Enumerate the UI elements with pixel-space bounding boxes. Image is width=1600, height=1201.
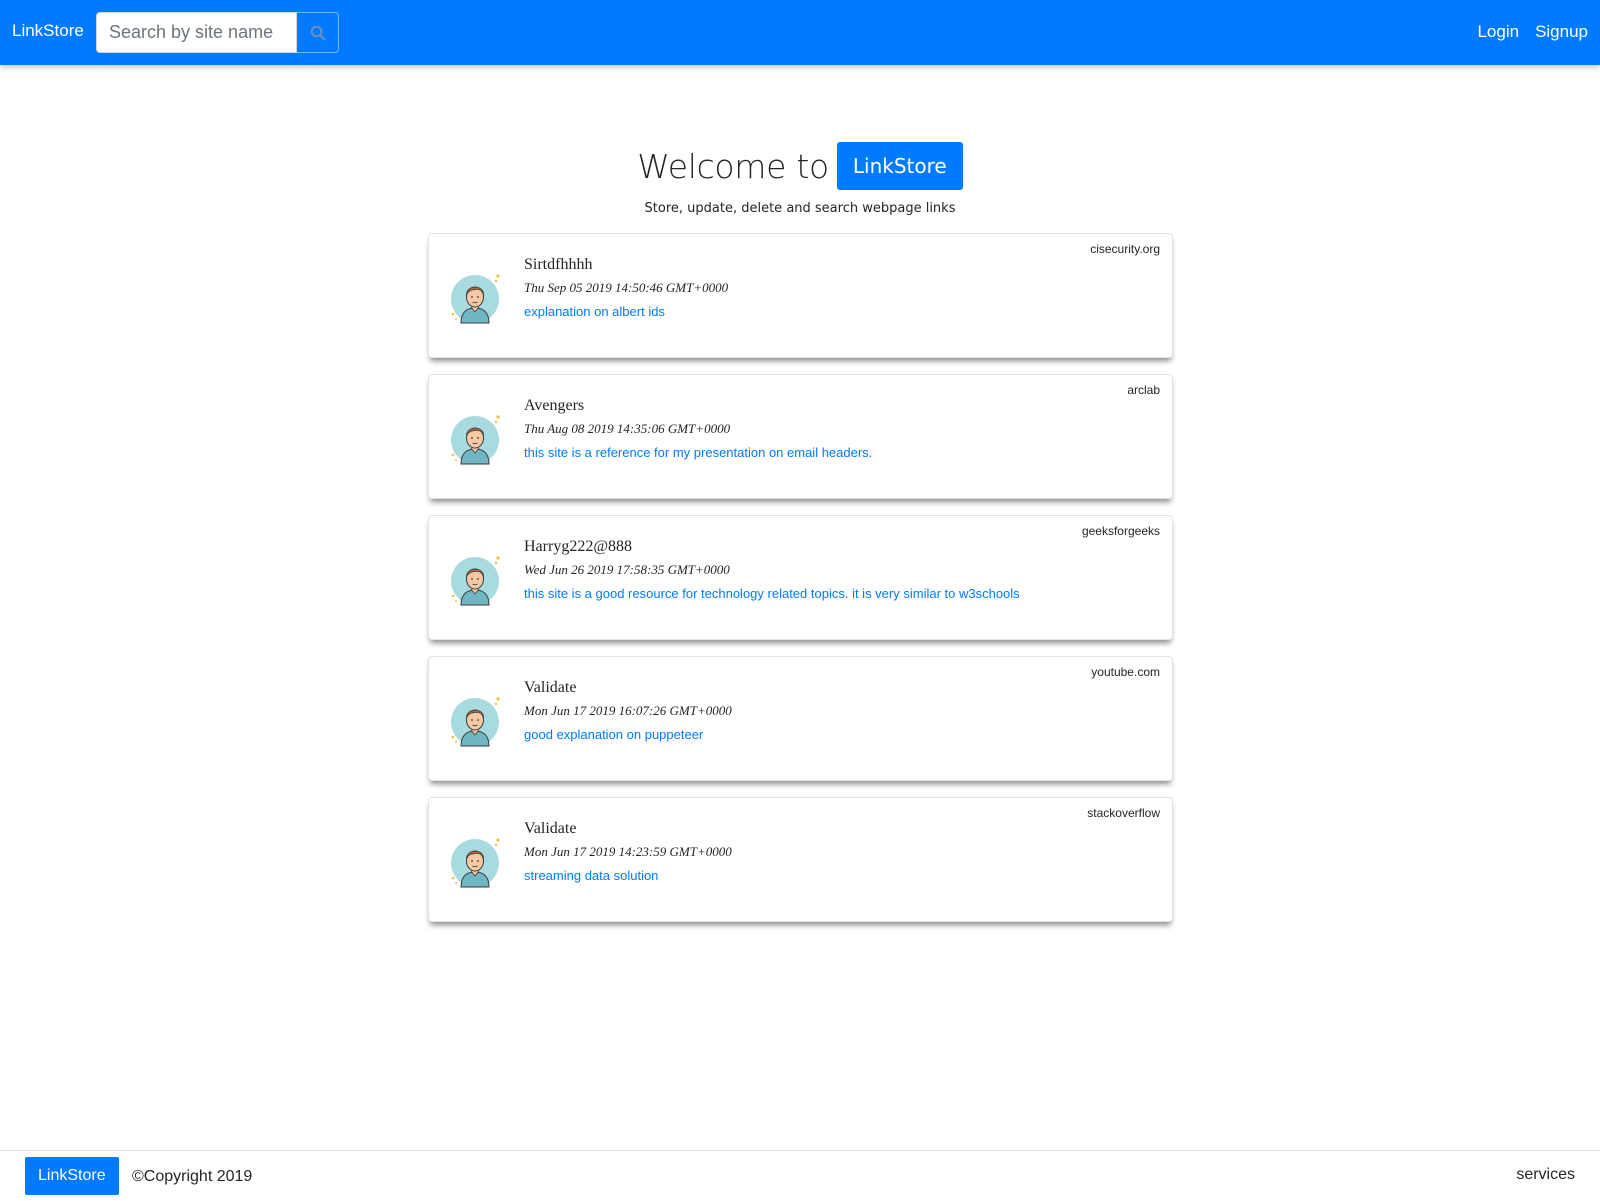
link-list: cisecurity.org Sirtdfhhhh Thu Sep 05 201…	[428, 233, 1173, 938]
welcome-heading: Welcome to	[637, 146, 829, 186]
page-subtitle: Store, update, delete and search webpage…	[644, 201, 956, 216]
card-date: Mon Jun 17 2019 16:07:26 GMT+0000	[524, 703, 732, 718]
user-avatar-icon	[451, 697, 500, 747]
card-description-link[interactable]: explanation on albert ids	[524, 304, 728, 319]
card-site-name: cisecurity.org	[1090, 242, 1160, 256]
link-card: youtube.com Validate Mon Jun 17 2019 16:…	[428, 656, 1173, 781]
search-button[interactable]	[297, 12, 339, 53]
footer-brand-button[interactable]: LinkStore	[25, 1157, 119, 1195]
search-form	[96, 12, 339, 53]
card-description-link[interactable]: good explanation on puppeteer	[524, 727, 732, 742]
user-avatar-icon	[451, 415, 500, 465]
footer-services-link[interactable]: services	[1516, 1166, 1575, 1184]
card-site-name: stackoverflow	[1087, 806, 1160, 820]
card-body: Validate Mon Jun 17 2019 14:23:59 GMT+00…	[524, 820, 732, 883]
footer-copyright: ©Copyright 2019	[132, 1168, 253, 1185]
link-card: geeksforgeeks Harryg222@888 Wed Jun 26 2…	[428, 515, 1173, 640]
card-site-name: youtube.com	[1091, 665, 1160, 679]
card-date: Thu Aug 08 2019 14:35:06 GMT+0000	[524, 421, 731, 436]
user-avatar-icon	[451, 838, 500, 888]
card-title: Validate	[524, 679, 577, 696]
card-title: Sirtdfhhhh	[524, 256, 593, 273]
card-date: Thu Sep 05 2019 14:50:46 GMT+0000	[524, 280, 729, 295]
navbar: LinkStore Login Signup	[0, 0, 1600, 65]
user-avatar-icon	[451, 556, 500, 606]
page-title: Welcome to LinkStore	[0, 142, 1600, 190]
signup-link[interactable]: Signup	[1535, 22, 1588, 42]
card-description-link[interactable]: streaming data solution	[524, 868, 732, 883]
card-description-link[interactable]: this site is a good resource for technol…	[524, 586, 1020, 601]
card-title: Harryg222@888	[524, 538, 633, 555]
card-site-name: geeksforgeeks	[1081, 524, 1160, 538]
card-site-name: arclab	[1127, 383, 1160, 397]
search-icon	[310, 25, 326, 41]
card-body: Avengers Thu Aug 08 2019 14:35:06 GMT+00…	[524, 397, 872, 460]
link-card: arclab Avengers Thu Aug 08 2019 14:35:06…	[428, 374, 1173, 499]
search-input[interactable]	[96, 12, 297, 53]
nav-links: Login Signup	[1477, 22, 1588, 42]
brand-link[interactable]: LinkStore	[12, 21, 84, 41]
card-title: Avengers	[524, 397, 585, 414]
link-card: stackoverflow Validate Mon Jun 17 2019 1…	[428, 797, 1173, 922]
brand-badge: LinkStore	[836, 142, 963, 190]
card-body: Harryg222@888 Wed Jun 26 2019 17:58:35 G…	[524, 538, 1020, 601]
footer: LinkStore ©Copyright 2019 services	[0, 1150, 1600, 1201]
card-date: Mon Jun 17 2019 14:23:59 GMT+0000	[524, 844, 732, 859]
card-body: Validate Mon Jun 17 2019 16:07:26 GMT+00…	[524, 679, 732, 742]
card-title: Validate	[524, 820, 577, 837]
user-avatar-icon	[451, 274, 500, 324]
login-link[interactable]: Login	[1477, 22, 1519, 42]
link-card: cisecurity.org Sirtdfhhhh Thu Sep 05 201…	[428, 233, 1173, 358]
card-date: Wed Jun 26 2019 17:58:35 GMT+0000	[524, 562, 730, 577]
card-description-link[interactable]: this site is a reference for my presenta…	[524, 445, 872, 460]
card-body: Sirtdfhhhh Thu Sep 05 2019 14:50:46 GMT+…	[524, 256, 728, 319]
